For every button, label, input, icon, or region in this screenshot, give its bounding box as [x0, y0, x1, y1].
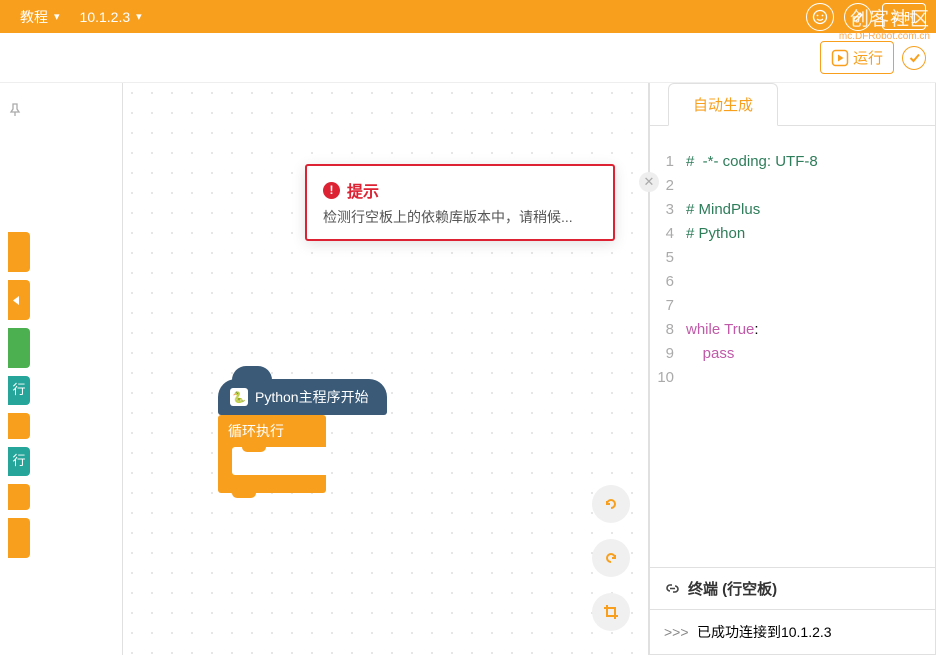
undo-button[interactable] — [592, 485, 630, 523]
chevron-down-icon: ▾ — [136, 10, 142, 23]
category-tab[interactable] — [8, 328, 30, 368]
code-pane: 自动生成 1# -*- coding: UTF-8 23# MindPlus4#… — [649, 83, 936, 655]
code-line: 5 — [650, 246, 935, 270]
close-icon: ✕ — [644, 174, 655, 190]
run-button[interactable]: 运行 — [820, 41, 894, 74]
code-editor[interactable]: 1# -*- coding: UTF-8 23# MindPlus4# Pyth… — [650, 126, 935, 567]
category-tab[interactable] — [8, 518, 30, 558]
alert-title-row: ! 提示 — [323, 178, 597, 202]
smiley-icon[interactable] — [806, 3, 834, 31]
terminal-message: 已成功连接到 — [697, 624, 781, 640]
undo-icon — [602, 495, 620, 513]
terminal-header[interactable]: 终端 (行空板) — [650, 568, 935, 610]
terminal-output[interactable]: >>> 已成功连接到10.1.2.3 — [650, 610, 935, 654]
play-icon — [831, 49, 849, 67]
block-hat-label: Python主程序开始 — [255, 387, 369, 407]
block-loop-forever[interactable]: 循环执行 — [218, 415, 326, 493]
block-stack[interactable]: 🐍 Python主程序开始 循环执行 — [218, 379, 387, 493]
code-line: 4# Python — [650, 222, 935, 246]
menu-tutorial[interactable]: 教程 ▾ — [10, 7, 70, 27]
alert-body: 检测行空板上的依赖库版本中，请稍候... — [323, 207, 597, 227]
alert-close-button[interactable]: ✕ — [639, 172, 659, 192]
terminal-title: 终端 (行空板) — [688, 578, 777, 599]
category-tab[interactable]: 行 — [8, 447, 30, 476]
terminal-prompt: >>> — [664, 624, 689, 640]
chevron-down-icon: ▾ — [54, 10, 60, 23]
code-line: 2 — [650, 174, 935, 198]
menu-device-ip-label: 10.1.2.3 — [80, 9, 131, 25]
category-tab[interactable]: 行 — [8, 376, 30, 405]
pin-icon[interactable] — [0, 103, 30, 122]
vertical-divider — [122, 83, 123, 655]
code-line: 10 — [650, 366, 935, 390]
python-icon: 🐍 — [230, 388, 248, 406]
category-strip: 行 行 — [0, 83, 30, 655]
code-line: 9 pass — [650, 342, 935, 366]
watermark-text: 创客社区 — [839, 4, 930, 31]
crop-icon — [602, 603, 620, 621]
code-line: 3# MindPlus — [650, 198, 935, 222]
block-hat-python-start[interactable]: 🐍 Python主程序开始 — [218, 379, 387, 415]
menu-tutorial-label: 教程 — [20, 7, 48, 27]
watermark: 创客社区 mc.DFRobot.com.cn — [839, 4, 930, 42]
terminal-panel: 终端 (行空板) >>> 已成功连接到10.1.2.3 — [650, 567, 935, 654]
category-tab[interactable] — [8, 413, 30, 439]
alert-toast: ! 提示 检测行空板上的依赖库版本中，请稍候... — [305, 164, 615, 241]
tab-auto-generate[interactable]: 自动生成 — [668, 83, 778, 126]
block-loop-label: 循环执行 — [218, 415, 326, 447]
code-line: 1# -*- coding: UTF-8 — [650, 150, 935, 174]
terminal-address: 10.1.2.3 — [781, 624, 832, 640]
code-line: 8while True: — [650, 318, 935, 342]
menu-device-ip[interactable]: 10.1.2.3 ▾ — [70, 9, 152, 25]
code-line: 7 — [650, 294, 935, 318]
code-line: 6 — [650, 270, 935, 294]
redo-icon — [602, 549, 620, 567]
code-tab-bar: 自动生成 — [650, 83, 935, 126]
alert-icon: ! — [323, 182, 340, 199]
run-label: 运行 — [853, 47, 883, 68]
check-icon — [908, 51, 921, 64]
category-tab[interactable] — [8, 484, 30, 510]
alert-title: 提示 — [347, 178, 379, 202]
check-button[interactable] — [902, 46, 926, 70]
block-loop-slot[interactable] — [232, 447, 326, 475]
watermark-url: mc.DFRobot.com.cn — [839, 31, 930, 42]
link-icon — [664, 580, 681, 597]
crop-button[interactable] — [592, 593, 630, 631]
top-header: 教程 ▾ 10.1.2.3 ▾ 实时 创客社区 mc.DFRobot.com.c… — [0, 0, 936, 33]
category-tab[interactable] — [8, 280, 30, 320]
sub-toolbar: 运行 — [0, 33, 936, 83]
redo-button[interactable] — [592, 539, 630, 577]
canvas-controls — [592, 485, 630, 631]
category-tab[interactable] — [8, 232, 30, 272]
